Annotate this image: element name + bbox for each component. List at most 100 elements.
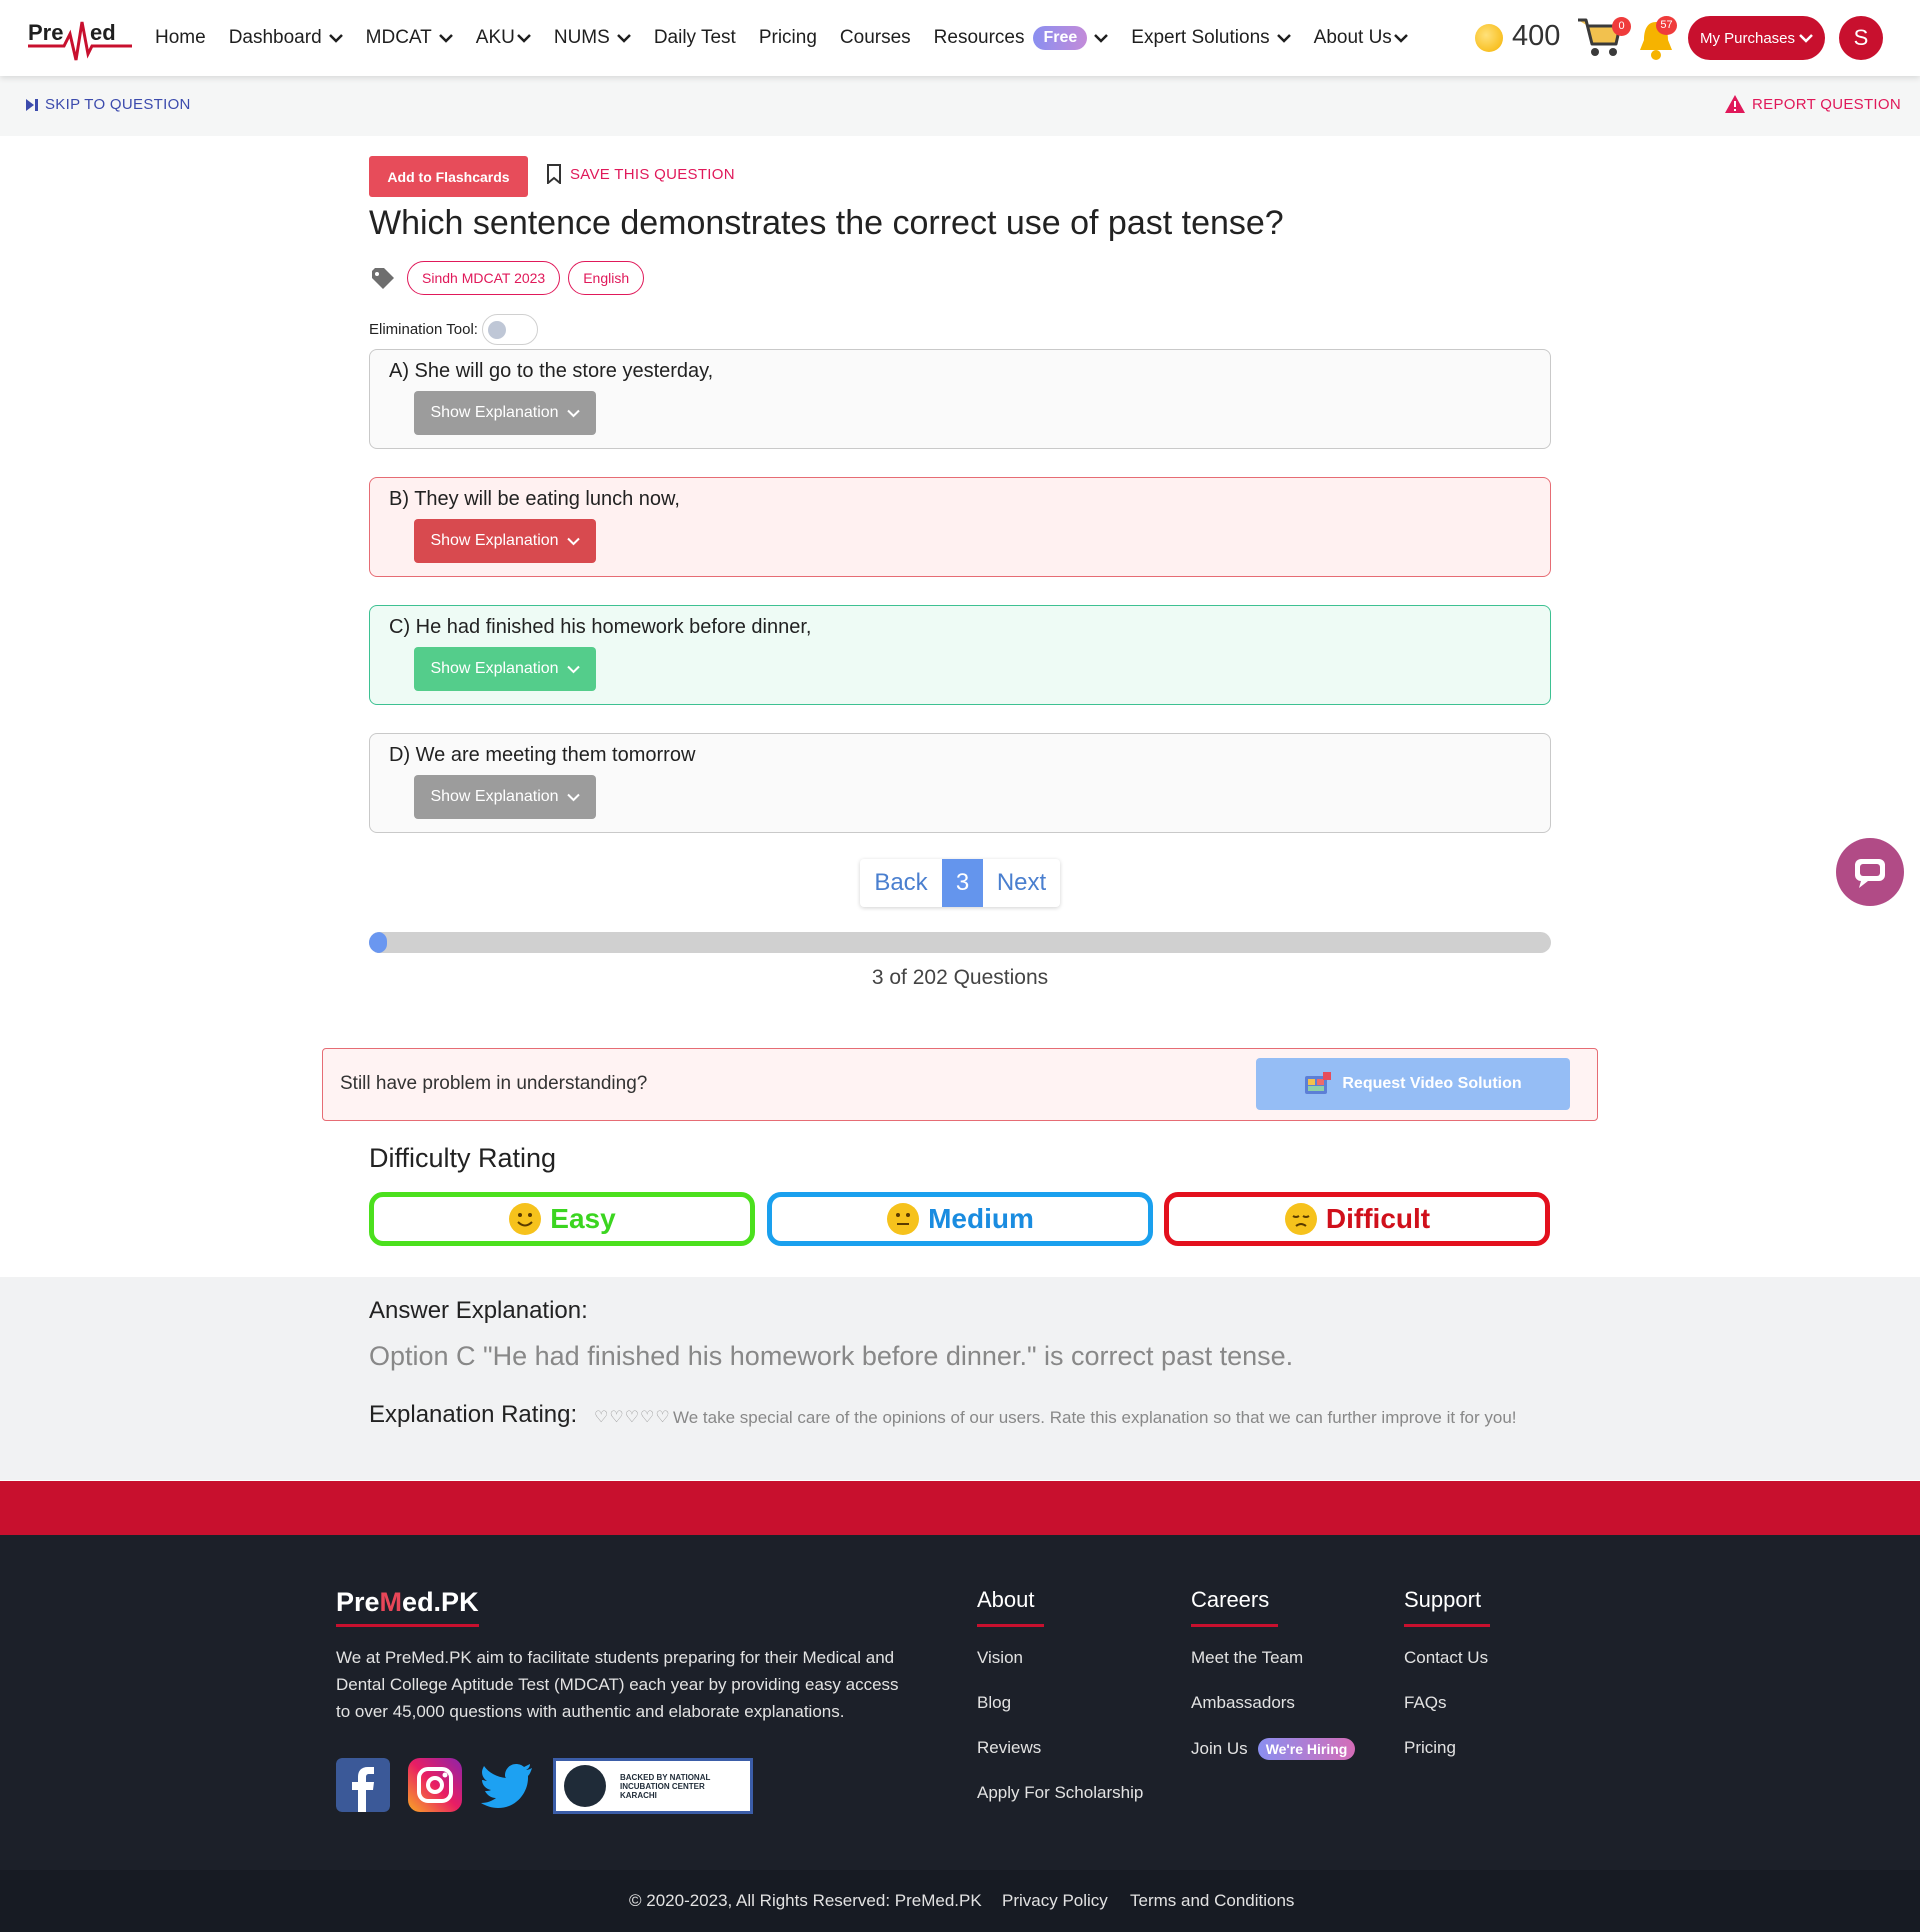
chevron-down-icon [566,537,580,545]
help-text: Still have problem in understanding? [340,1073,648,1094]
request-video-solution-button[interactable]: Request Video Solution [1256,1058,1570,1110]
show-explanation-button[interactable]: Show Explanation [414,775,596,819]
top-navbar: Pre ed Home Dashboard MDCAT AKU NUMS Dai… [0,0,1920,76]
progress-text: 3 of 202 Questions [871,966,1049,989]
nav-home[interactable]: Home [155,27,206,49]
elimination-toggle[interactable] [481,314,538,345]
nav-expert-solutions[interactable]: Expert Solutions [1131,27,1291,49]
footer-link-faqs[interactable]: FAQs [1404,1693,1447,1713]
careers-underline [1191,1624,1278,1627]
next-button[interactable]: Next [983,859,1060,907]
difficulty-medium-button[interactable]: Medium [767,1192,1153,1246]
nav-dashboard[interactable]: Dashboard [229,27,343,49]
skip-label: SKIP TO QUESTION [45,96,191,113]
nav-daily-test[interactable]: Daily Test [654,27,736,49]
nav-mdcat[interactable]: MDCAT [366,27,453,49]
footer-link-pricing[interactable]: Pricing [1404,1738,1456,1758]
footer: PreMed.PK We at PreMed.PK aim to facilit… [0,1535,1920,1870]
nav-label: Courses [839,27,911,48]
footer-link-join-us[interactable]: Join Us We're Hiring [1191,1738,1356,1760]
back-button[interactable]: Back [860,859,942,907]
nav-label: About Us [1313,27,1392,48]
footer-link-blog[interactable]: Blog [977,1693,1011,1713]
free-badge: Free [1033,26,1088,50]
option-c[interactable]: C) He had finished his homework before d… [369,605,1551,705]
answer-explanation-section: Answer Explanation: Option C "He had fin… [0,1277,1920,1480]
footer-description: We at PreMed.PK aim to facilitate studen… [336,1648,899,1721]
rating-hearts[interactable]: ♡♡♡♡♡ [594,1407,671,1427]
purchases-label: My Purchases [1699,29,1796,47]
tag-chip[interactable]: English [568,261,645,295]
nav-label: MDCAT [365,27,432,48]
nav-label: Pricing [758,27,817,48]
save-label: SAVE THIS QUESTION [570,165,735,183]
chevron-down-icon [1094,34,1109,43]
difficulty-easy-button[interactable]: Easy [369,1192,755,1246]
instagram-icon[interactable] [408,1758,462,1812]
my-purchases-button[interactable]: My Purchases [1688,16,1825,60]
chevron-down-icon [616,34,631,43]
chevron-down-icon [438,34,453,43]
nav-label: AKU [475,27,515,48]
nic-karachi-badge[interactable]: BACKED BY NATIONAL INCUBATION CENTER KAR… [553,1758,753,1814]
chevron-down-icon [516,34,531,43]
user-avatar[interactable]: S [1839,16,1883,60]
difficulty-title: Difficulty Rating [369,1143,557,1173]
toggle-knob [487,321,506,339]
option-a[interactable]: A) She will go to the store yesterday, S… [369,349,1551,449]
show-explanation-button[interactable]: Show Explanation [414,519,596,563]
chat-button[interactable] [1836,838,1904,906]
terms-link[interactable]: Terms and Conditions [1130,1891,1294,1911]
tag-chip[interactable]: Sindh MDCAT 2023 [407,261,561,295]
footer-link-scholarship[interactable]: Apply For Scholarship [977,1783,1143,1803]
show-explanation-button[interactable]: Show Explanation [414,647,596,691]
footer-link-vision[interactable]: Vision [977,1648,1023,1668]
footer-link-meet-team[interactable]: Meet the Team [1191,1648,1303,1668]
red-band [0,1481,1920,1535]
footer-support-title: Support [1404,1587,1482,1612]
sad-emoji-icon [1284,1203,1317,1235]
show-explanation-button[interactable]: Show Explanation [414,391,596,435]
nav-nums[interactable]: NUMS [554,27,631,49]
nav-label: NUMS [553,27,610,48]
hiring-badge: We're Hiring [1257,1738,1356,1760]
nav-label: Expert Solutions [1131,27,1270,48]
nav-label: Daily Test [653,27,736,48]
facebook-icon[interactable] [336,1758,390,1812]
nav-aku[interactable]: AKU [476,27,531,49]
option-text: B) They will be eating lunch now, [389,488,680,510]
nav-courses[interactable]: Courses [840,27,911,49]
nav-pricing[interactable]: Pricing [759,27,817,49]
premed-logo[interactable]: Pre ed [28,14,132,70]
question-toolbar: SKIP TO QUESTION REPORT QUESTION [0,76,1920,136]
bookmark-icon [547,164,561,184]
elimination-tool: Elimination Tool: [369,314,538,345]
report-question-link[interactable]: REPORT QUESTION [1724,94,1901,114]
chevron-down-icon [328,34,343,43]
chevron-down-icon [1276,34,1291,43]
help-banner: Still have problem in understanding? Req… [322,1048,1598,1121]
option-text: C) He had finished his homework before d… [389,616,812,638]
footer-link-reviews[interactable]: Reviews [977,1738,1041,1758]
chevron-down-icon [1799,34,1813,43]
brand-part: ed.PK [402,1587,479,1617]
option-d[interactable]: D) We are meeting them tomorrow Show Exp… [369,733,1551,833]
add-to-flashcards-button[interactable]: Add to Flashcards [369,156,528,197]
rating-text: We take special care of the opinions of … [673,1408,1517,1427]
nav-about-us[interactable]: About Us [1314,27,1408,49]
privacy-policy-link[interactable]: Privacy Policy [1002,1891,1108,1911]
twitter-icon[interactable] [480,1758,534,1812]
svg-text:Pre: Pre [28,20,63,45]
save-question-button[interactable]: SAVE THIS QUESTION [546,164,735,184]
option-text: A) She will go to the store yesterday, [389,360,714,382]
footer-link-contact[interactable]: Contact Us [1404,1648,1488,1668]
difficulty-difficult-button[interactable]: Difficult [1164,1192,1550,1246]
nic-seal-icon [564,1765,606,1807]
footer-link-ambassadors[interactable]: Ambassadors [1191,1693,1295,1713]
nav-resources[interactable]: Resources Free [934,26,1109,50]
option-text: D) We are meeting them tomorrow [389,744,696,766]
option-b[interactable]: B) They will be eating lunch now, Show E… [369,477,1551,577]
nav-label: Home [155,27,206,48]
cart-count-badge: 0 [1612,17,1631,36]
skip-to-question-link[interactable]: SKIP TO QUESTION [25,96,191,113]
